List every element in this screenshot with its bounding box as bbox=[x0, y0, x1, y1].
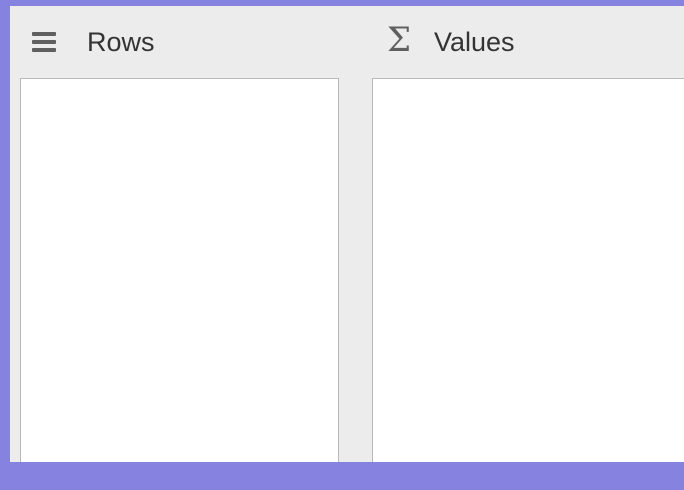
rows-icon-line bbox=[32, 48, 56, 52]
rows-icon bbox=[32, 31, 56, 53]
sigma-icon: Σ bbox=[386, 20, 412, 60]
rows-title: Rows bbox=[87, 26, 155, 57]
values-drop-zone[interactable] bbox=[372, 78, 684, 462]
rows-icon-line bbox=[32, 40, 56, 44]
pivot-field-panel: Rows Σ Values bbox=[10, 6, 684, 462]
values-header: Σ Values bbox=[384, 20, 515, 64]
values-title: Values bbox=[434, 26, 515, 57]
rows-header: Rows bbox=[32, 20, 155, 64]
rows-icon-line bbox=[32, 32, 56, 36]
rows-drop-zone[interactable] bbox=[20, 78, 339, 462]
